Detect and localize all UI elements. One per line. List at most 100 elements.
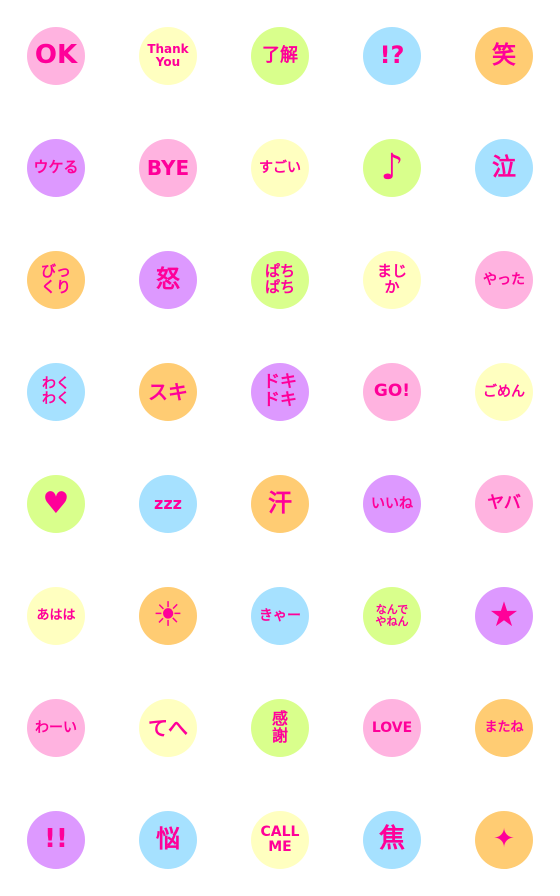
sticker[interactable]: !! [27,811,85,869]
sticker[interactable]: CALL ME [251,811,309,869]
sticker-cell: やった [448,224,560,336]
sticker[interactable]: BYE [139,139,197,197]
sticker[interactable]: きゃー [251,587,309,645]
sticker[interactable]: 悩 [139,811,197,869]
sticker[interactable]: まじ か [363,251,421,309]
sticker-label: なんで やねん [375,603,409,628]
sticker-cell: わく わく [0,336,112,448]
sticker[interactable]: てへ [139,699,197,757]
sticker[interactable]: 怒 [139,251,197,309]
sticker-label: スキ [148,379,188,404]
sticker-label: いいね [371,495,413,512]
sticker[interactable]: OK [27,27,85,85]
sticker-cell: ♥ [0,448,112,560]
sticker[interactable]: 焦 [363,811,421,869]
sticker-cell: スキ [112,336,224,448]
music-note-sticker[interactable]: ♪ [363,139,421,197]
sticker-cell: !! [0,784,112,896]
sticker[interactable]: スキ [139,363,197,421]
sticker-label: まじ か [376,262,407,296]
sticker-cell: ウケる [0,112,112,224]
sticker-cell: 怒 [112,224,224,336]
sticker[interactable]: ぱち ぱち [251,251,309,309]
sticker-cell: 悩 [112,784,224,896]
sticker[interactable]: ごめん [475,363,533,421]
sticker[interactable]: 感 謝 [251,699,309,757]
sticker-cell: なんで やねん [336,560,448,672]
sticker-label: 感 謝 [271,709,288,745]
sticker-label: きゃー [259,607,301,624]
star-sticker[interactable]: ★ [475,587,533,645]
sticker-cell: BYE [112,112,224,224]
sticker[interactable]: 汗 [251,475,309,533]
sticker[interactable]: 了解 [251,27,309,85]
sticker-label: BYE [146,155,190,180]
sticker-cell: ★ [448,560,560,672]
sticker-cell: わーい [0,672,112,784]
sticker-cell: 焦 [336,784,448,896]
sticker-label: びっ くり [40,262,71,296]
sticker-cell: ✦ [448,784,560,896]
sticker-cell: 了解 [224,0,336,112]
heart-sticker[interactable]: ♥ [27,475,85,533]
sticker-cell: きゃー [224,560,336,672]
sticker-label: zzz [154,493,182,513]
exclaim-question-stars-sticker[interactable]: !? [363,27,421,85]
sticker[interactable]: zzz [139,475,197,533]
sticker-cell: ぱち ぱち [224,224,336,336]
sticker-label: GO! [373,381,411,402]
sticker-cell: Thank You [112,0,224,112]
sticker[interactable]: ウケる [27,139,85,197]
sticker-grid: OK Thank You 了解!? 笑ウケる BYE すごい ♪ 泣びっ くり 怒 ぱち ぱち まじ… [0,0,560,896]
sticker-cell: OK [0,0,112,112]
sticker-label: てへ [148,715,188,740]
sticker[interactable]: びっ くり [27,251,85,309]
sticker-label: やった [483,271,525,288]
sticker-label: 悩 [156,825,180,854]
sticker[interactable]: ヤバ [475,475,533,533]
music-note-icon: ♪ [380,147,404,189]
sticker[interactable]: わーい [27,699,85,757]
sticker-label: あはは [36,608,76,624]
sticker-label: 汗 [268,489,292,518]
sticker[interactable]: LOVE [363,699,421,757]
sticker[interactable]: ドキ ドキ [251,363,309,421]
sticker-cell: まじ か [336,224,448,336]
sticker[interactable]: またね [475,699,533,757]
sticker[interactable]: いいね [363,475,421,533]
heart-icon: ♥ [42,486,70,522]
sticker[interactable]: すごい [251,139,309,197]
sticker-label: わく わく [42,376,70,407]
sticker-cell: 感 謝 [224,672,336,784]
sticker-cell: ドキ ドキ [224,336,336,448]
sticker[interactable]: やった [475,251,533,309]
sticker-cell: LOVE [336,672,448,784]
star-icon: ★ [488,595,520,636]
sticker-cell: てへ [112,672,224,784]
sticker-label: 焦 [378,824,405,855]
sticker-label: 泣 [492,153,516,182]
sticker[interactable]: GO! [363,363,421,421]
sticker[interactable]: Thank You [139,27,197,85]
sticker-cell: 笑 [448,0,560,112]
sticker-label: 怒 [156,265,180,294]
sticker-label: ウケる [33,158,79,177]
sticker-cell: いいね [336,448,448,560]
sparkle-sticker[interactable]: ✦ [475,811,533,869]
sticker[interactable]: なんで やねん [363,587,421,645]
sticker-cell: ごめん [448,336,560,448]
exclaim-question-stars-icon: !? [379,41,405,70]
sun-icon: ☀ [152,595,184,636]
sticker[interactable]: わく わく [27,363,85,421]
sticker[interactable]: 笑 [475,27,533,85]
sticker-cell: 汗 [224,448,336,560]
sticker-label: ごめん [483,383,525,400]
sun-sticker[interactable]: ☀ [139,587,197,645]
sticker-cell: ☀ [112,560,224,672]
sparkle-icon: ✦ [493,824,515,855]
sticker[interactable]: あはは [27,587,85,645]
sticker-label: またね [484,720,524,736]
sticker-label: すごい [259,159,301,176]
sticker-label: !! [44,824,68,855]
sticker[interactable]: 泣 [475,139,533,197]
